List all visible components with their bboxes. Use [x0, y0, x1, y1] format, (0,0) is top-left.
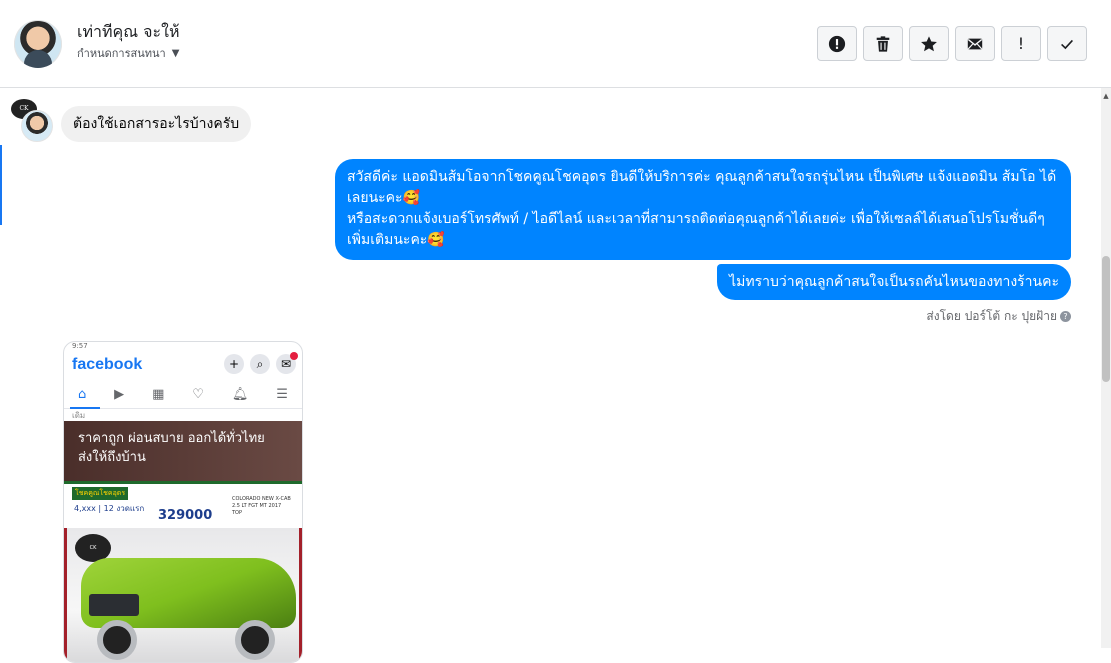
- video-icon: ▶: [114, 386, 125, 402]
- help-icon[interactable]: ?: [1060, 311, 1071, 322]
- facebook-nav-bar: ⌂ ▶ ▦ ♡ 🔔︎ ☰: [64, 380, 302, 409]
- conversation-settings-label: กำหนดการสนทนา: [77, 47, 166, 60]
- facebook-app-bar: facebook + ⌕ ✉: [64, 350, 302, 380]
- exclamation-icon: !: [1017, 34, 1025, 53]
- ad-banner-line: ราคาถูก ผ่อนสบาย ออกได้ทั่วไทย: [78, 431, 265, 446]
- scroll-up-arrow-icon[interactable]: ▲: [1102, 92, 1110, 100]
- outgoing-message-line: หรือสะดวกแจ้งเบอร์โทรศัพท์ / ไอดีไลน์ แล…: [347, 211, 1045, 248]
- conversation-header: เท่าทีคุณ จะให้ กำหนดการสนทนา ▼ !: [0, 0, 1111, 88]
- truck-grille-shape: [89, 594, 139, 616]
- outgoing-message-bubble[interactable]: ไม่ทราบว่าคุณลูกค้าสนใจเป็นรถคันไหนของทา…: [717, 264, 1071, 300]
- ad-price-info: โชคคูณโชคอุดร 4,xxx | 12 งวดแรก 329000 C…: [64, 481, 302, 528]
- home-icon: ⌂: [77, 386, 87, 402]
- image-attachment[interactable]: 9:57 facebook + ⌕ ✉ ⌂ ▶ ▦ ♡ 🔔︎ ☰ เดิม รา…: [63, 341, 303, 663]
- plus-icon: +: [224, 354, 244, 374]
- active-tab-underline: [70, 407, 100, 409]
- contact-avatar[interactable]: [14, 20, 62, 68]
- sent-by-label: ส่งโดย ปอร์โต้ กะ ปุยฝ้าย ?: [926, 307, 1071, 326]
- important-button[interactable]: !: [1001, 26, 1041, 61]
- alert-circle-icon: [828, 35, 846, 52]
- incoming-message-bubble[interactable]: ต้องใช้เอกสารอะไรบ้างครับ: [61, 106, 252, 142]
- car-photo: CK: [64, 528, 302, 662]
- messenger-icon: ✉: [276, 352, 298, 374]
- marketplace-icon: ▦: [152, 386, 165, 402]
- menu-icon: ☰: [276, 386, 288, 402]
- down-payment-text: 4,xxx | 12 งวดแรก: [74, 504, 145, 513]
- search-icon: ⌕: [250, 354, 270, 374]
- heart-icon: ♡: [192, 386, 204, 402]
- car-model-text: COLORADO NEW X-CAB 2.5 LT FGT MT 2017 TO…: [232, 496, 291, 516]
- delete-button[interactable]: [863, 26, 903, 61]
- pickup-truck-shape: [81, 558, 296, 628]
- check-icon: [1061, 39, 1073, 49]
- outgoing-message-line: สวัสดีค่ะ แอดมินส้มโอจากโชคคูณโชคอุดร ยิ…: [347, 169, 1057, 206]
- wheel-shape: [235, 620, 275, 660]
- bell-icon: 🔔︎: [231, 386, 249, 402]
- wheel-shape: [97, 620, 137, 660]
- outgoing-message-bubble[interactable]: สวัสดีค่ะ แอดมินส้มโอจากโชคคูณโชคอุดร ยิ…: [335, 159, 1071, 260]
- scrollbar-thumb[interactable]: [1102, 256, 1110, 382]
- envelope-icon: [967, 38, 983, 49]
- caret-down-icon: ▼: [171, 47, 180, 59]
- phone-status-bar: 9:57: [72, 342, 88, 350]
- mark-unread-button[interactable]: [955, 26, 995, 61]
- trash-icon: [876, 35, 890, 52]
- conversation-settings[interactable]: กำหนดการสนทนา ▼: [77, 44, 179, 62]
- sent-by-text: ส่งโดย ปอร์โต้ กะ ปุยฝ้าย: [926, 309, 1057, 323]
- report-spam-button[interactable]: [817, 26, 857, 61]
- star-button[interactable]: [909, 26, 949, 61]
- sender-avatar-group: CK: [11, 99, 53, 143]
- price-text: 329000: [158, 508, 213, 523]
- ad-banner-line: ส่งให้ถึงบ้าน: [78, 450, 146, 465]
- mark-done-button[interactable]: [1047, 26, 1087, 61]
- contact-name[interactable]: เท่าทีคุณ จะให้: [77, 20, 180, 45]
- ad-banner: ราคาถูก ผ่อนสบาย ออกได้ทั่วไทย ส่งให้ถึง…: [64, 421, 302, 481]
- facebook-logo: facebook: [72, 356, 143, 373]
- post-snippet-text: เดิม: [72, 411, 86, 420]
- toolbar: !: [817, 26, 1087, 61]
- star-icon: [921, 35, 937, 51]
- sender-avatar[interactable]: [21, 110, 53, 142]
- active-indicator: [0, 145, 2, 225]
- dealer-brand-label: โชคคูณโชคอุดร: [72, 487, 129, 500]
